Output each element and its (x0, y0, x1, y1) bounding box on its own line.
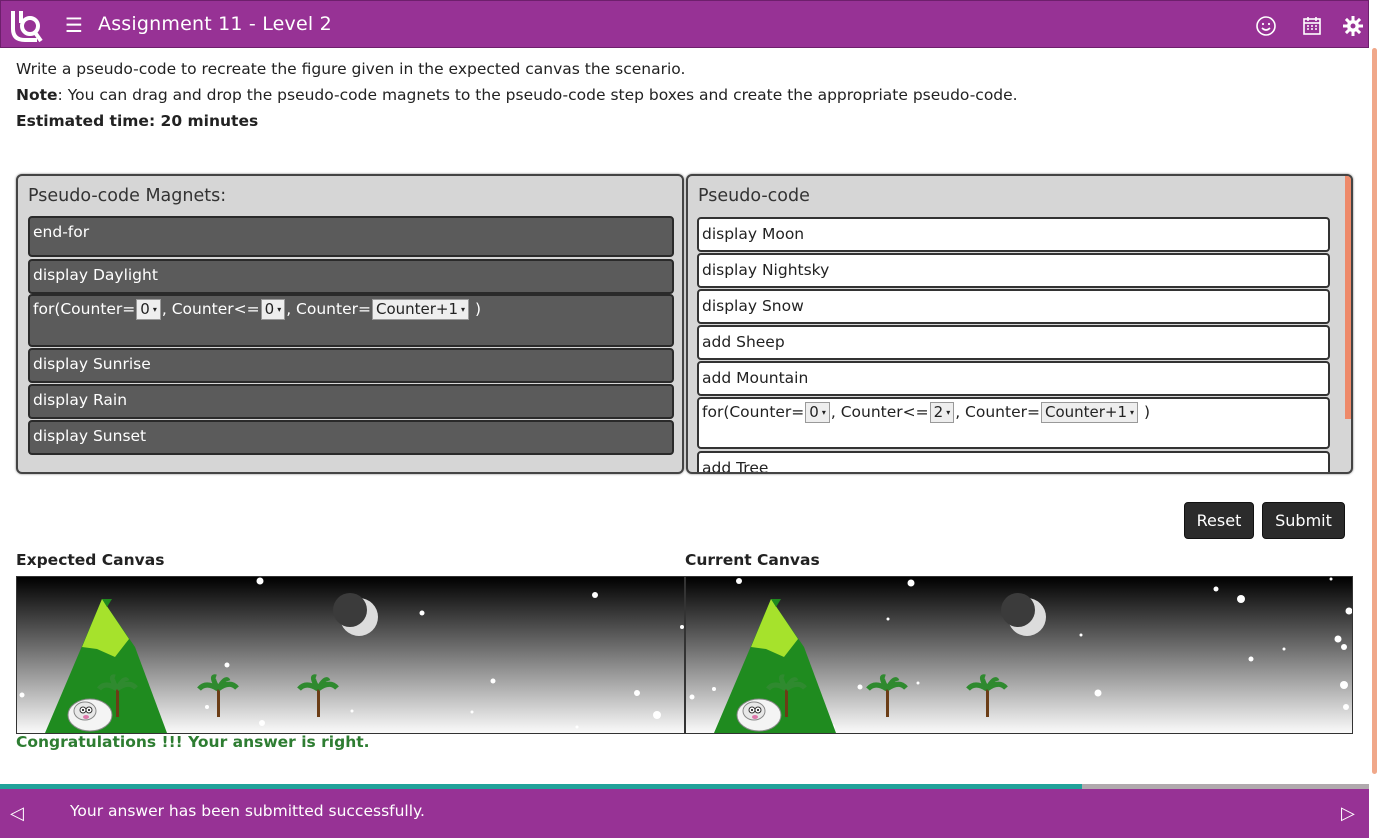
triangle-right-icon[interactable]: ▷ (1341, 803, 1355, 824)
submit-button[interactable]: Submit (1262, 502, 1345, 539)
step-display-nightsky[interactable]: display Nightsky (697, 253, 1330, 288)
loop-step-select[interactable]: Counter+1 ▾ (371, 299, 470, 320)
magnets-panel: Pseudo-code Magnets: end-for display Day… (16, 174, 684, 474)
expected-canvas-label: Expected Canvas (16, 551, 165, 569)
expected-canvas (16, 576, 685, 734)
note-text: : You can drag and drop the pseudo-code … (57, 86, 1018, 104)
step-loop-end-select[interactable]: 2 ▾ (929, 402, 955, 423)
step-add-mountain[interactable]: add Mountain (697, 361, 1330, 396)
step-loop-start-select[interactable]: 0 ▾ (805, 402, 830, 423)
loop-start-select[interactable]: 0 ▾ (136, 299, 161, 320)
magnets-title: Pseudo-code Magnets: (28, 186, 227, 206)
magnet-for-loop[interactable]: for(Counter= 0 ▾, Counter<= 0 ▾, Counter= Cou… (28, 294, 674, 347)
magnet-display-rain[interactable]: display Rain (28, 384, 674, 419)
hamburger-menu-icon[interactable]: ☰ (63, 14, 85, 36)
pseudocode-panel: Pseudo-code display Moon display Nightsk… (686, 174, 1353, 474)
smiley-icon[interactable] (1255, 15, 1277, 37)
sheep (736, 698, 782, 732)
page-title: Assignment 11 - Level 2 (98, 13, 332, 35)
magnet-display-sunrise[interactable]: display Sunrise (28, 348, 674, 383)
magnet-end-for[interactable]: end-for (28, 216, 674, 257)
magnet-display-sunset[interactable]: display Sunset (28, 420, 674, 455)
current-canvas-label: Current Canvas (685, 551, 820, 569)
expected-canvas-scene (17, 577, 684, 733)
pseudocode-scrollbar[interactable] (1345, 176, 1351, 419)
page-scrollbar-thumb[interactable] (1372, 48, 1377, 774)
calendar-icon[interactable] (1301, 15, 1323, 37)
current-canvas (685, 576, 1353, 734)
magnet-display-daylight[interactable]: display Daylight (28, 259, 674, 294)
instruction-note: Note: You can drag and drop the pseudo-c… (16, 85, 1018, 105)
result-message: Congratulations !!! Your answer is right… (16, 733, 370, 751)
footer-bar: ◁ Your answer has been submitted success… (0, 789, 1369, 838)
triangle-left-icon[interactable]: ◁ (10, 803, 24, 824)
tq-logo-icon[interactable] (9, 7, 43, 43)
step-for-loop[interactable]: for(Counter= 0 ▾, Counter<= 2 ▾, Counter= Cou… (697, 397, 1330, 449)
step-add-sheep[interactable]: add Sheep (697, 325, 1330, 360)
sheep (67, 698, 113, 732)
note-label: Note (16, 86, 58, 104)
reset-button[interactable]: Reset (1184, 502, 1254, 539)
gear-icon[interactable] (1342, 15, 1364, 37)
step-add-tree[interactable]: add Tree (697, 451, 1330, 472)
step-display-moon[interactable]: display Moon (697, 217, 1330, 252)
loop-end-select[interactable]: 0 ▾ (260, 299, 286, 320)
current-canvas-scene (686, 577, 1352, 733)
step-display-snow[interactable]: display Snow (697, 289, 1330, 324)
estimated-time: Estimated time: 20 minutes (16, 112, 259, 130)
pseudocode-title: Pseudo-code (698, 186, 810, 206)
page-scrollbar[interactable] (1369, 0, 1381, 785)
instruction-text: Write a pseudo-code to recreate the figu… (16, 60, 686, 78)
step-loop-step-select[interactable]: Counter+1 ▾ (1040, 402, 1139, 423)
footer-message: Your answer has been submitted successfu… (70, 802, 425, 820)
app-header: ☰ Assignment 11 - Level 2 (0, 0, 1369, 48)
